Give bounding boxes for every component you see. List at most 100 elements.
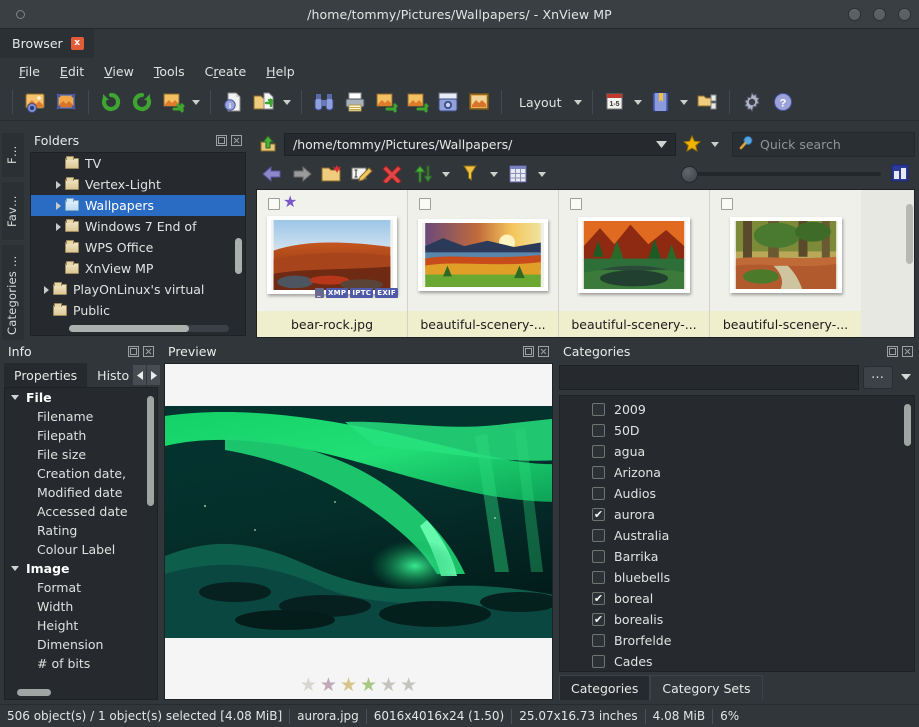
rotate-right-icon[interactable]	[127, 87, 157, 117]
tab-categories[interactable]: Categories	[559, 675, 651, 700]
category-checkbox[interactable]	[592, 571, 605, 584]
thumbnail-vertical-scrollbar[interactable]	[906, 204, 913, 264]
view-mode-icon[interactable]	[504, 161, 532, 187]
properties-tree[interactable]: File Filename Filepath File size Creatio…	[4, 387, 158, 700]
close-panel-icon[interactable]	[229, 133, 244, 148]
print-icon[interactable]	[340, 87, 370, 117]
maximize-button[interactable]	[873, 8, 886, 21]
settings-gear-icon[interactable]	[737, 87, 767, 117]
category-checkbox[interactable]	[592, 550, 605, 563]
open-image-icon[interactable]	[20, 87, 50, 117]
category-checkbox[interactable]	[592, 445, 605, 458]
export-icon[interactable]	[249, 87, 279, 117]
thumbnail-checkbox[interactable]	[268, 198, 280, 210]
category-row[interactable]: Audios	[560, 483, 914, 504]
filter-icon[interactable]	[456, 161, 484, 187]
category-checkbox[interactable]	[592, 466, 605, 479]
tab-scroll-right-icon[interactable]	[147, 365, 160, 385]
tab-histogram[interactable]: Histo	[87, 363, 138, 387]
preview-body[interactable]: ★ ★ ★ ★ ★ ★	[164, 363, 553, 700]
tab-category-sets[interactable]: Category Sets	[650, 675, 763, 700]
thumbnail-zoom-slider[interactable]	[681, 165, 881, 183]
thumbnail-checkbox[interactable]	[721, 198, 733, 210]
close-panel-icon[interactable]	[141, 344, 156, 359]
folder-row[interactable]: Public	[31, 300, 245, 321]
category-row[interactable]: Barrika	[560, 546, 914, 567]
category-row[interactable]: 2009	[560, 399, 914, 420]
filter-chevron-down-icon[interactable]	[486, 161, 502, 187]
close-icon[interactable]: x	[70, 37, 84, 50]
float-panel-icon[interactable]	[885, 344, 900, 359]
category-row[interactable]: Cades	[560, 651, 914, 671]
chevron-down-icon[interactable]	[677, 88, 691, 116]
category-row[interactable]: agua	[560, 441, 914, 462]
info-icon[interactable]: i	[218, 87, 248, 117]
screen-capture-icon[interactable]	[433, 87, 463, 117]
category-checkbox[interactable]	[592, 487, 605, 500]
favorites-star-icon[interactable]	[680, 132, 704, 156]
rotate-left-icon[interactable]	[96, 87, 126, 117]
chevron-down-icon[interactable]	[571, 88, 585, 116]
folder-row[interactable]: Windows 7 End of	[31, 216, 245, 237]
category-checkbox[interactable]	[592, 529, 605, 542]
rating-star-3[interactable]: ★	[340, 676, 357, 695]
thumbnail-item[interactable]: beautiful-scenery-...	[408, 190, 559, 337]
categories-vertical-scrollbar[interactable]	[904, 404, 911, 446]
category-checkbox[interactable]	[592, 403, 605, 416]
dock-tab-favorites[interactable]: Fav…	[2, 182, 24, 240]
tab-browser[interactable]: Browser x	[0, 29, 94, 58]
menu-help[interactable]: Help	[257, 61, 304, 82]
minimize-button[interactable]	[848, 8, 861, 21]
categories-list[interactable]: 2009 50D agua Arizona Audios aurora Aust…	[559, 395, 915, 672]
tab-properties[interactable]: Properties	[4, 363, 88, 387]
dock-tab-folders[interactable]: F…	[2, 133, 24, 177]
expand-arrow-icon[interactable]	[51, 223, 65, 231]
rating-star-2[interactable]: ★	[320, 676, 337, 695]
menu-tools[interactable]: Tools	[145, 61, 194, 82]
expand-arrow-icon[interactable]	[39, 286, 53, 294]
properties-horizontal-scrollbar[interactable]	[17, 689, 51, 696]
thumbnail-item[interactable]: beautiful-scenery-...	[710, 190, 861, 337]
property-group[interactable]: File	[5, 388, 157, 407]
categories-chevron-down-icon[interactable]	[897, 366, 915, 389]
category-row[interactable]: borealis	[560, 609, 914, 630]
thumbnail-size-icon[interactable]	[891, 164, 909, 185]
category-row[interactable]: aurora	[560, 504, 914, 525]
thumbnail-item[interactable]: beautiful-scenery-...	[559, 190, 710, 337]
categories-search-input[interactable]	[559, 364, 859, 390]
expand-arrow-icon[interactable]	[51, 181, 65, 189]
category-row[interactable]: bluebells	[560, 567, 914, 588]
numbered-pages-icon[interactable]: 1-5	[600, 87, 630, 117]
delete-icon[interactable]	[378, 161, 406, 187]
menu-edit[interactable]: Edit	[51, 61, 93, 82]
rename-icon[interactable]	[348, 161, 376, 187]
category-checkbox[interactable]	[592, 634, 605, 647]
float-panel-icon[interactable]	[521, 344, 536, 359]
preview-rating-stars[interactable]: ★ ★ ★ ★ ★ ★	[165, 676, 552, 695]
rating-star-1[interactable]: ★	[300, 676, 317, 695]
quick-search-input[interactable]: Quick search	[732, 131, 915, 157]
favorites-chevron-down-icon[interactable]	[708, 130, 722, 158]
folder-compare-icon[interactable]	[692, 87, 722, 117]
catalog-icon[interactable]	[646, 87, 676, 117]
close-panel-icon[interactable]	[900, 344, 915, 359]
folders-tree[interactable]: TV Vertex-Light Wallpapers Windows 7 End…	[30, 152, 246, 336]
folder-row[interactable]: TV	[31, 153, 245, 174]
sort-chevron-down-icon[interactable]	[438, 161, 454, 187]
menu-file[interactable]: File	[10, 61, 49, 82]
export-to-icon[interactable]	[402, 87, 432, 117]
expand-arrow-icon[interactable]	[51, 202, 65, 210]
category-checkbox-checked[interactable]	[592, 613, 605, 626]
import-icon[interactable]	[371, 87, 401, 117]
new-folder-icon[interactable]	[318, 161, 346, 187]
convert-icon[interactable]	[158, 87, 188, 117]
close-button[interactable]	[898, 8, 911, 21]
folder-row[interactable]: XnView MP	[31, 258, 245, 279]
folder-row[interactable]: WPS Office	[31, 237, 245, 258]
close-panel-icon[interactable]	[536, 344, 551, 359]
property-group[interactable]: Image	[5, 559, 157, 578]
folder-row[interactable]: Vertex-Light	[31, 174, 245, 195]
dock-tab-categories[interactable]: Categories …	[2, 245, 24, 345]
category-row[interactable]: Brorfelde	[560, 630, 914, 651]
properties-vertical-scrollbar[interactable]	[147, 396, 154, 506]
